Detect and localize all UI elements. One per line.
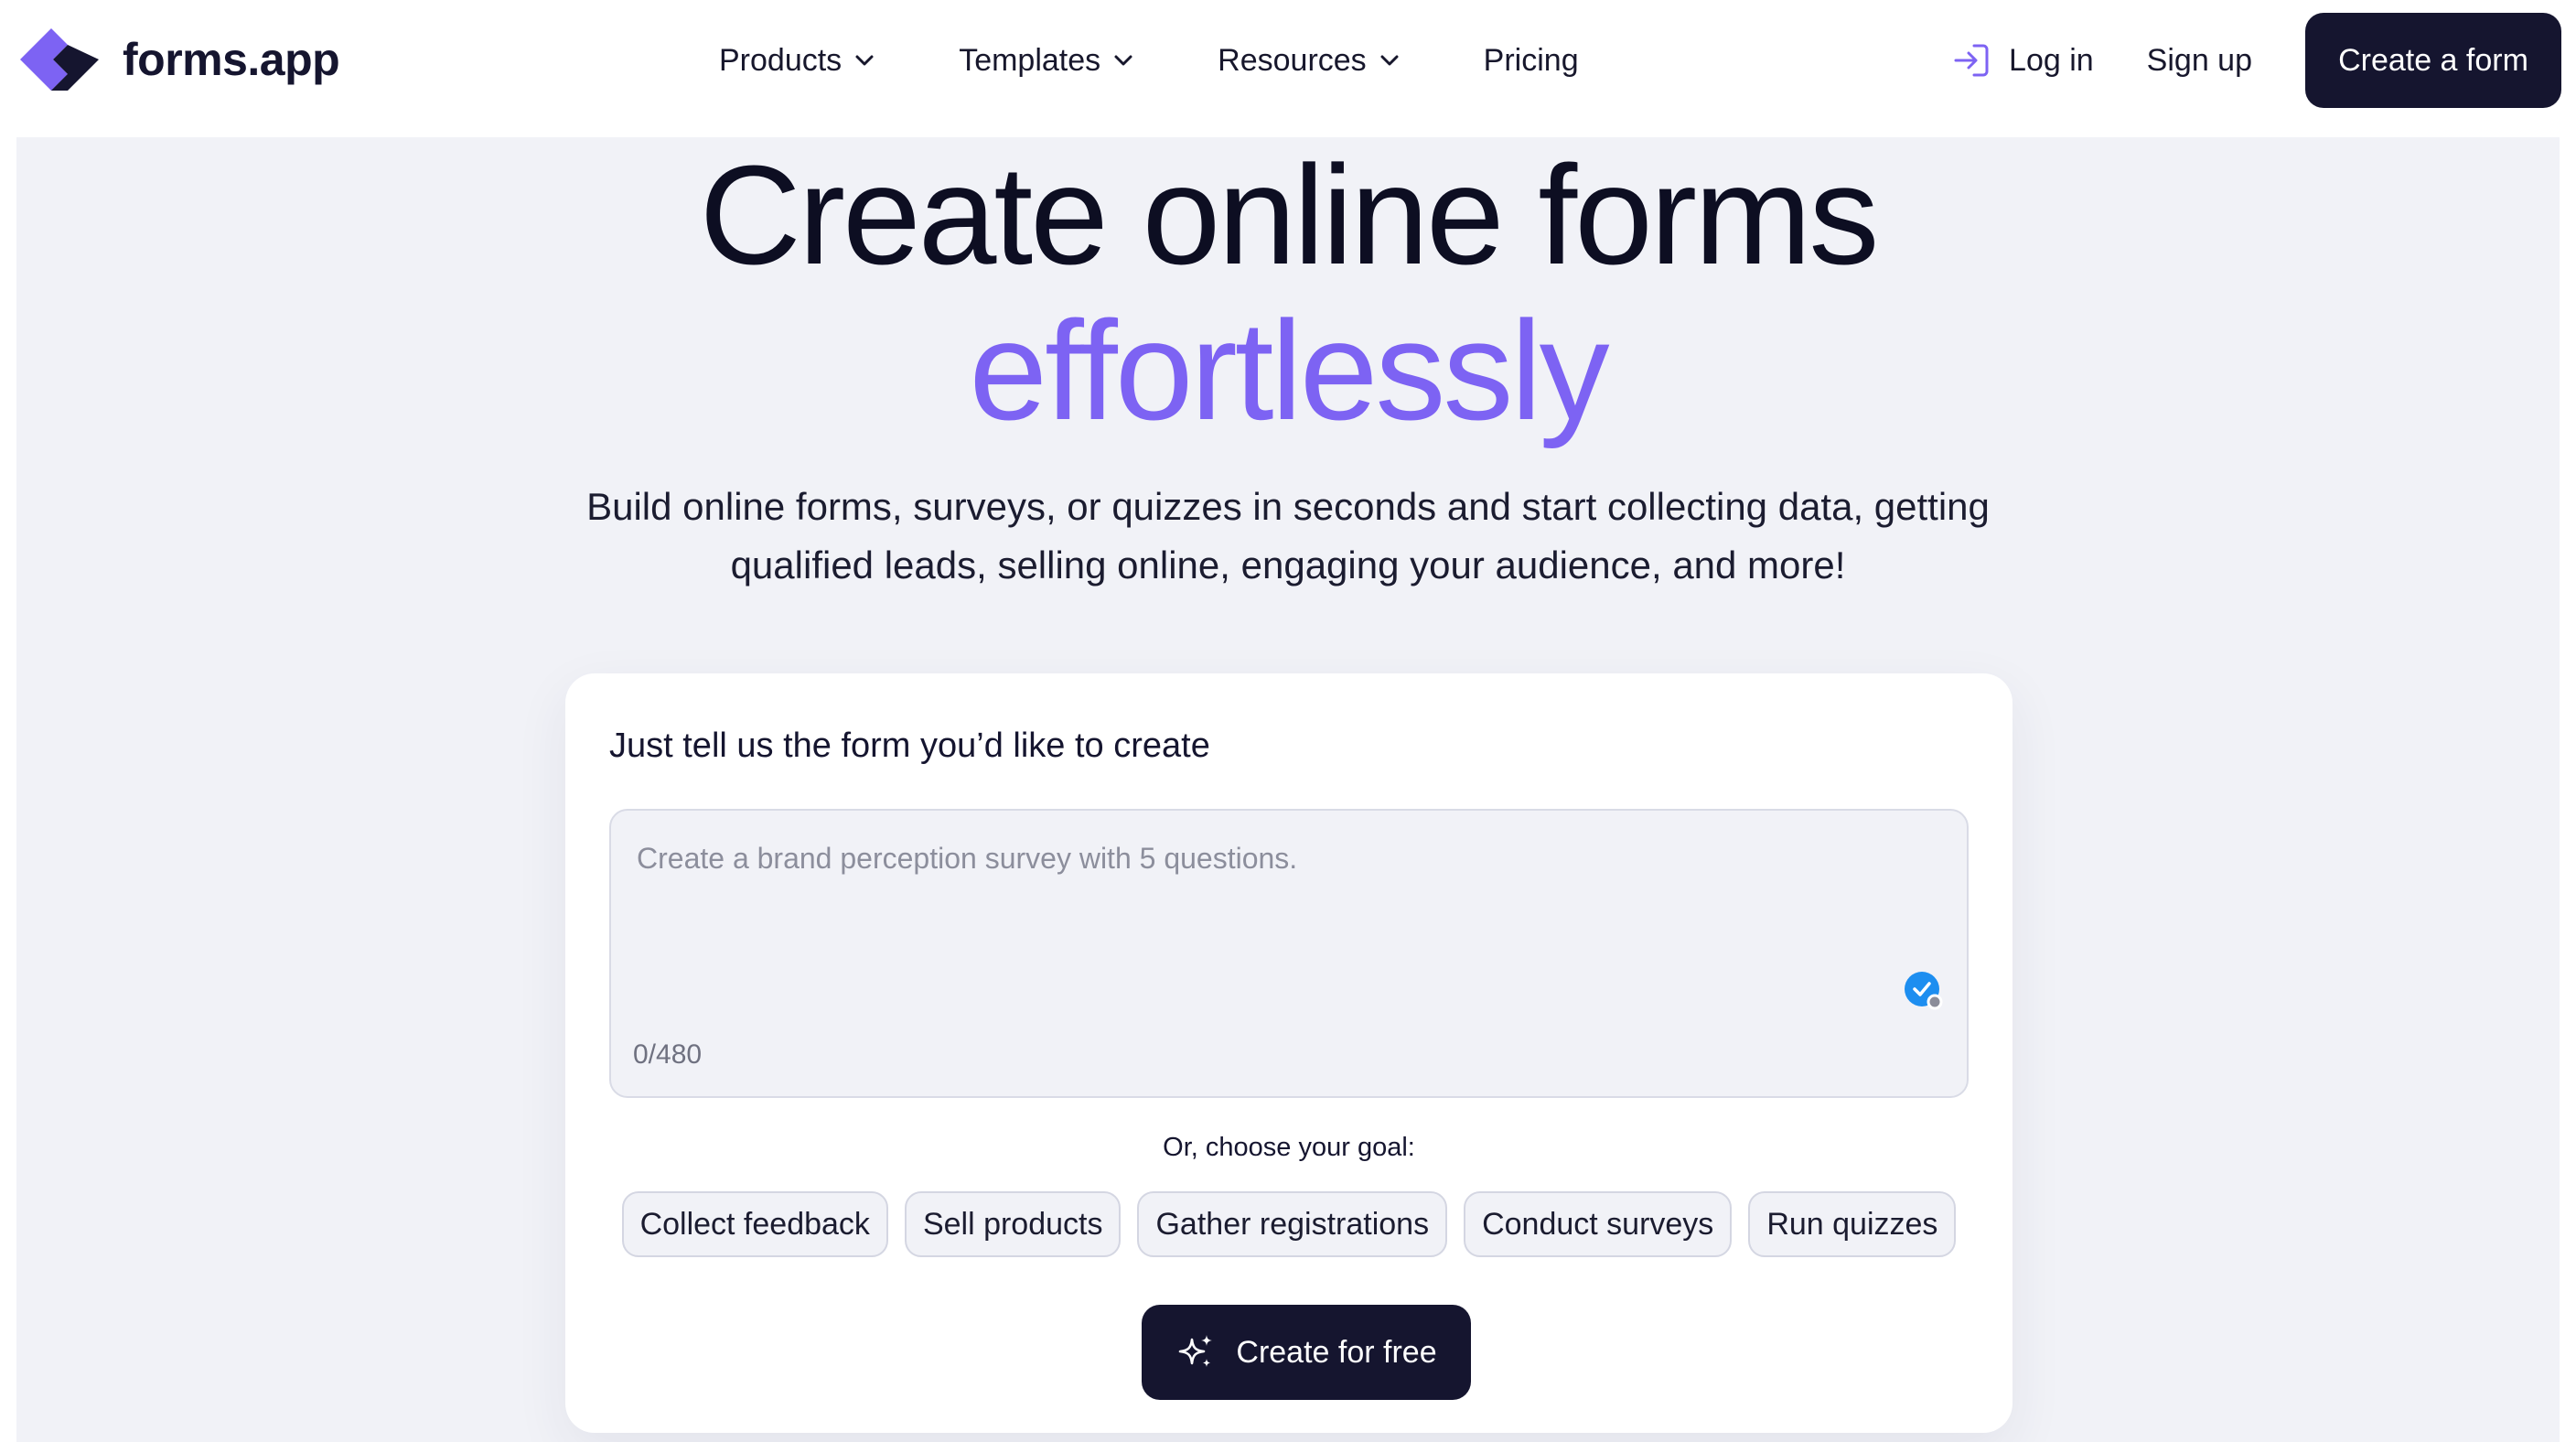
- nav-pricing-label: Pricing: [1483, 42, 1579, 78]
- main-menu: Products Templates Resources Pricing: [719, 33, 1579, 88]
- create-for-free-label: Create for free: [1236, 1334, 1437, 1370]
- nav-pricing[interactable]: Pricing: [1484, 43, 1579, 79]
- nav-templates[interactable]: Templates: [959, 43, 1133, 79]
- hero-section: Create online forms effortlessly Build o…: [16, 137, 2560, 1442]
- ai-form-generator-card: Just tell us the form you’d like to crea…: [565, 673, 2012, 1433]
- hero-title: Create online forms effortlessly: [16, 137, 2560, 448]
- character-counter: 0/480: [633, 1039, 703, 1070]
- logo-text: forms.app: [123, 34, 340, 85]
- hero-subtitle-line2: qualified leads, selling online, engagin…: [730, 543, 1846, 586]
- nav-resources-label: Resources: [1218, 42, 1367, 78]
- form-prompt-input[interactable]: [637, 842, 1936, 1006]
- goal-chip-collect-feedback[interactable]: Collect feedback: [621, 1191, 888, 1257]
- goal-chip-conduct-surveys[interactable]: Conduct surveys: [1464, 1191, 1733, 1257]
- create-form-button[interactable]: Create a form: [2305, 13, 2561, 108]
- goal-label: Or, choose your goal:: [1163, 1133, 1415, 1162]
- hero-title-highlight: effortlessly: [969, 292, 1609, 449]
- goal-chips: Collect feedback Sell products Gather re…: [565, 1191, 2012, 1257]
- top-nav: forms.app Products Templates Resources P…: [0, 0, 2576, 137]
- hero-subtitle: Build online forms, surveys, or quizzes …: [529, 478, 2047, 595]
- goal-chip-gather-registrations[interactable]: Gather registrations: [1137, 1191, 1448, 1257]
- nav-resources[interactable]: Resources: [1218, 43, 1400, 79]
- chevron-down-icon: [1380, 55, 1399, 66]
- nav-products[interactable]: Products: [719, 43, 875, 79]
- nav-templates-label: Templates: [959, 42, 1101, 78]
- logo-link[interactable]: forms.app: [15, 20, 340, 99]
- login-arrow-icon: [1954, 44, 1989, 77]
- signup-link[interactable]: Sign up: [2147, 43, 2252, 79]
- prompt-box: 0/480: [609, 809, 1969, 1098]
- login-label: Log in: [2009, 42, 2094, 78]
- nav-actions: Log in Sign up Create a form: [1952, 13, 2561, 108]
- goal-chip-sell-products[interactable]: Sell products: [904, 1191, 1122, 1257]
- sparkle-icon: [1179, 1335, 1213, 1367]
- hero-subtitle-line1: Build online forms, surveys, or quizzes …: [586, 485, 1990, 528]
- generator-title: Just tell us the form you’d like to crea…: [609, 726, 1210, 765]
- nav-products-label: Products: [719, 42, 843, 78]
- login-link[interactable]: Log in: [1952, 42, 2094, 79]
- create-for-free-button[interactable]: Create for free: [1142, 1305, 1471, 1400]
- chevron-down-icon: [1114, 55, 1132, 66]
- goal-chip-run-quizzes[interactable]: Run quizzes: [1748, 1191, 1957, 1257]
- chevron-down-icon: [855, 55, 874, 66]
- hero-title-line1: Create online forms: [699, 136, 1880, 294]
- grammar-check-icon[interactable]: [1903, 970, 1945, 1012]
- forms-app-logo-icon: [20, 28, 99, 91]
